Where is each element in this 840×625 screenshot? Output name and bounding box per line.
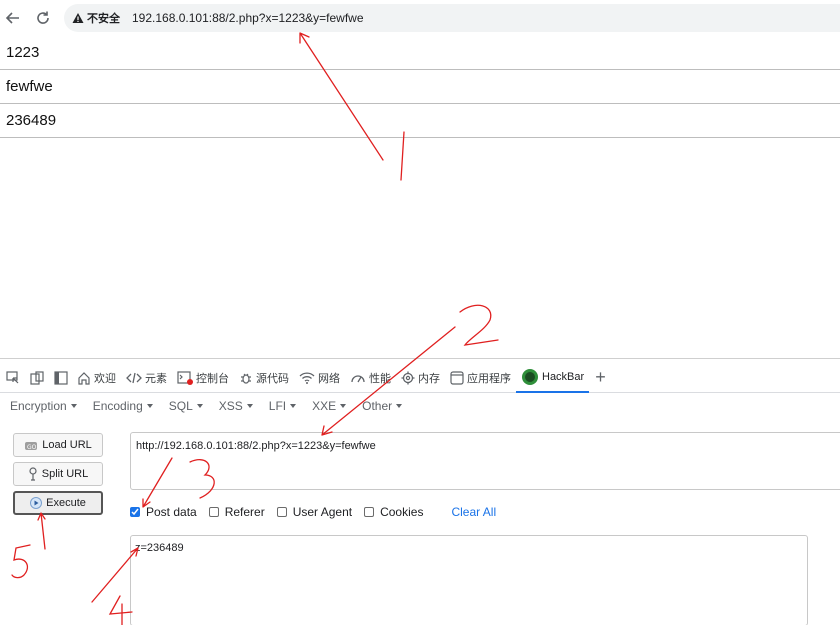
- security-label[interactable]: 不安全: [87, 10, 120, 26]
- output-line: fewfwe: [0, 70, 840, 104]
- tab-elements[interactable]: 元素: [121, 363, 172, 393]
- caret-down-icon: [396, 404, 403, 408]
- output-line: 236489: [0, 104, 840, 138]
- tab-label: 源代码: [256, 372, 289, 385]
- tab-label: 网络: [318, 372, 340, 385]
- menu-other[interactable]: Other: [362, 399, 403, 413]
- output-line: 1223: [0, 36, 840, 70]
- caret-down-icon: [246, 404, 253, 408]
- annotation-mark-1: [400, 131, 405, 181]
- sidebar-toggle-icon[interactable]: [50, 367, 72, 389]
- menu-encoding[interactable]: Encoding: [93, 399, 153, 413]
- split-icon: [28, 467, 38, 481]
- home-icon: [77, 371, 91, 385]
- warning-icon[interactable]: [72, 12, 84, 24]
- post-data-textarea[interactable]: z=236489: [130, 535, 808, 625]
- load-url-button[interactable]: GO Load URL: [13, 433, 103, 457]
- split-url-button[interactable]: Split URL: [13, 462, 103, 486]
- device-toggle-icon[interactable]: [26, 367, 48, 389]
- caret-down-icon: [146, 404, 153, 408]
- bug-icon: [239, 371, 253, 385]
- url-value: http://192.168.0.101:88/2.php?x=1223&y=f…: [136, 440, 376, 452]
- tab-sources[interactable]: 源代码: [234, 363, 294, 393]
- tab-label: 内存: [418, 372, 440, 385]
- inspect-icon[interactable]: [2, 367, 24, 389]
- page-content: 1223 fewfwe 236489: [0, 36, 840, 138]
- annotation-mark-2: [459, 304, 499, 346]
- hackbar-logo-icon: [521, 368, 539, 386]
- caret-down-icon: [196, 404, 203, 408]
- arrow-left-icon: [5, 12, 19, 24]
- hackbar-menu: Encryption Encoding SQL XSS LFI XXE Othe…: [10, 399, 418, 413]
- url-text[interactable]: 192.168.0.101:88/2.php?x=1223&y=fewfwe: [132, 11, 364, 25]
- tab-label: HackBar: [542, 370, 585, 383]
- caret-down-icon: [70, 404, 77, 408]
- browser-toolbar: 不安全 192.168.0.101:88/2.php?x=1223&y=fewf…: [0, 0, 840, 36]
- reload-icon: [37, 11, 49, 24]
- menu-sql[interactable]: SQL: [169, 399, 203, 413]
- post-data-checkbox[interactable]: [130, 507, 140, 517]
- tab-label: 控制台: [196, 372, 229, 385]
- tab-hackbar[interactable]: HackBar: [516, 363, 590, 393]
- tab-label: 欢迎: [94, 372, 116, 385]
- address-bar[interactable]: 不安全 192.168.0.101:88/2.php?x=1223&y=fewf…: [64, 4, 840, 32]
- play-icon: [30, 497, 43, 509]
- menu-lfi[interactable]: LFI: [269, 399, 297, 413]
- load-icon: GO: [24, 439, 38, 451]
- clear-all-link[interactable]: Clear All: [451, 505, 496, 519]
- window-icon: [450, 370, 464, 385]
- tab-label: 应用程序: [467, 372, 511, 385]
- cookies-checkbox[interactable]: [364, 507, 375, 517]
- menu-encryption[interactable]: Encryption: [10, 399, 77, 413]
- devtools-panel: 欢迎 元素 控制台 源代码 网络 性能 内存 应用程序 HackBar + En…: [0, 358, 840, 625]
- caret-down-icon: [290, 404, 297, 408]
- tab-welcome[interactable]: 欢迎: [72, 363, 121, 393]
- url-textarea[interactable]: http://192.168.0.101:88/2.php?x=1223&y=f…: [130, 432, 840, 490]
- back-button[interactable]: [0, 5, 26, 31]
- cookies-option[interactable]: Cookies: [364, 505, 423, 519]
- post-data-option[interactable]: Post data: [130, 505, 197, 519]
- menu-xxe[interactable]: XXE: [312, 399, 347, 413]
- tab-label: 性能: [369, 372, 391, 385]
- caret-down-icon: [340, 404, 347, 408]
- menu-xss[interactable]: XSS: [219, 399, 253, 413]
- tab-memory[interactable]: 内存: [396, 363, 445, 393]
- gauge-icon: [350, 371, 366, 385]
- user-agent-checkbox[interactable]: [276, 507, 287, 517]
- wifi-icon: [299, 371, 315, 385]
- referer-option[interactable]: Referer: [208, 505, 265, 519]
- user-agent-option[interactable]: User Agent: [276, 505, 352, 519]
- tab-performance[interactable]: 性能: [345, 363, 396, 393]
- console-icon: [177, 370, 193, 385]
- devtools-tab-bar: 欢迎 元素 控制台 源代码 网络 性能 内存 应用程序 HackBar +: [0, 363, 840, 393]
- referer-checkbox[interactable]: [208, 507, 219, 517]
- reload-button[interactable]: [30, 5, 56, 31]
- hackbar-options: Post data Referer User Agent Cookies Cle…: [130, 505, 496, 519]
- svg-text:GO: GO: [27, 444, 37, 451]
- tab-application[interactable]: 应用程序: [445, 363, 516, 393]
- code-icon: [126, 371, 142, 385]
- tab-label: 元素: [145, 372, 167, 385]
- tab-network[interactable]: 网络: [294, 363, 345, 393]
- tab-console[interactable]: 控制台: [172, 363, 234, 393]
- execute-button[interactable]: Execute: [13, 491, 103, 515]
- add-tab-icon[interactable]: +: [589, 367, 612, 388]
- gear-icon: [401, 371, 415, 385]
- post-data-value: z=236489: [135, 542, 184, 554]
